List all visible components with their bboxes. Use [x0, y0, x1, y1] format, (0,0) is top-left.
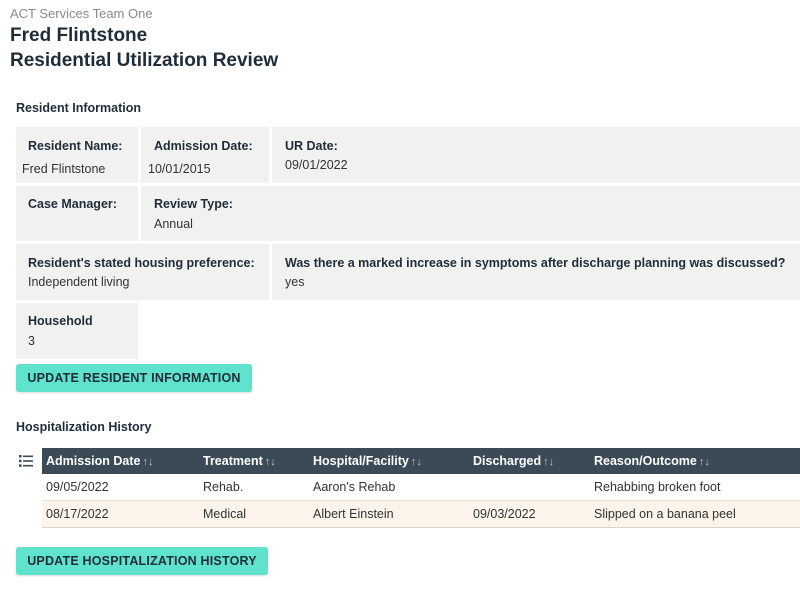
household-cell: Household 3 [16, 303, 138, 359]
team-name: ACT Services Team One [10, 6, 153, 21]
household-value: 3 [28, 334, 35, 348]
column-header-reason-outcome[interactable]: Reason/Outcome ↑↓ [594, 448, 710, 474]
review-type-cell: Review Type: Annual [141, 186, 800, 241]
review-type-value: Annual [154, 217, 193, 231]
symptoms-increase-value: yes [285, 275, 305, 289]
column-header-label: Reason/Outcome [594, 454, 697, 468]
case-manager-label: Case Manager: [28, 197, 117, 211]
sort-icon[interactable]: ↑↓ [142, 456, 153, 468]
column-header-admission-date[interactable]: Admission Date ↑↓ [46, 448, 153, 474]
column-header-label: Admission Date [46, 454, 141, 468]
admission-date-cell: Admission Date: 10/01/2015 [141, 127, 269, 183]
cell-reason-outcome: Slipped on a banana peel [594, 507, 736, 521]
resident-name-value: Fred Flintstone [22, 162, 106, 176]
list-icon[interactable] [19, 454, 33, 468]
review-type-label: Review Type: [154, 197, 233, 211]
ur-date-value: 09/01/2022 [285, 158, 348, 172]
column-header-label: Discharged [473, 454, 542, 468]
cell-admission-date: 09/05/2022 [46, 480, 109, 494]
symptoms-increase-cell: Was there a marked increase in symptoms … [272, 244, 800, 300]
sort-icon[interactable]: ↑↓ [543, 456, 554, 468]
housing-preference-cell: Resident's stated housing preference: In… [16, 244, 269, 300]
sort-icon[interactable]: ↑↓ [411, 456, 422, 468]
cell-reason-outcome: Rehabbing broken foot [594, 480, 721, 494]
household-label: Household [28, 314, 93, 328]
hospitalization-table-header: Admission Date ↑↓ Treatment ↑↓ Hospital/Fa… [42, 448, 800, 474]
hospitalization-history-heading: Hospitalization History [16, 420, 152, 434]
resident-name-cell: Resident Name: Fred Flintstone [16, 127, 138, 183]
page: ACT Services Team One Fred Flintstone Re… [0, 0, 800, 600]
cell-discharged: 09/03/2022 [473, 507, 536, 521]
column-header-label: Hospital/Facility [313, 454, 409, 468]
case-manager-cell: Case Manager: [16, 186, 138, 241]
sort-icon[interactable]: ↑↓ [265, 456, 276, 468]
update-hospitalization-history-button[interactable]: UPDATE HOSPITALIZATION HISTORY [16, 547, 268, 575]
page-title: Residential Utilization Review [10, 50, 279, 71]
column-header-hospital-facility[interactable]: Hospital/Facility ↑↓ [313, 448, 422, 474]
cell-treatment: Rehab. [203, 480, 244, 494]
symptoms-increase-label: Was there a marked increase in symptoms … [285, 256, 786, 270]
sort-icon[interactable]: ↑↓ [699, 456, 710, 468]
table-row[interactable]: 09/05/2022 Rehab. Aaron's Rehab Rehabbin… [42, 474, 800, 501]
cell-admission-date: 08/17/2022 [46, 507, 109, 521]
column-header-discharged[interactable]: Discharged ↑↓ [473, 448, 554, 474]
cell-hospital-facility: Albert Einstein [313, 507, 394, 521]
resident-name-title: Fred Flintstone [10, 25, 148, 46]
ur-date-cell: UR Date: 09/01/2022 [272, 127, 800, 183]
table-row[interactable]: 08/17/2022 Medical Albert Einstein 09/03… [42, 501, 800, 528]
cell-treatment: Medical [203, 507, 247, 521]
cell-hospital-facility: Aaron's Rehab [313, 480, 396, 494]
admission-date-value: 10/01/2015 [148, 162, 211, 176]
update-resident-information-button[interactable]: UPDATE RESIDENT INFORMATION [16, 364, 252, 392]
column-header-label: Treatment [203, 454, 263, 468]
housing-preference-value: Independent living [28, 275, 130, 289]
admission-date-label: Admission Date: [154, 139, 253, 153]
ur-date-label: UR Date: [285, 139, 338, 153]
column-header-treatment[interactable]: Treatment ↑↓ [203, 448, 276, 474]
resident-information-heading: Resident Information [16, 101, 142, 115]
resident-name-label: Resident Name: [28, 139, 123, 153]
housing-preference-label: Resident's stated housing preference: [28, 256, 255, 270]
